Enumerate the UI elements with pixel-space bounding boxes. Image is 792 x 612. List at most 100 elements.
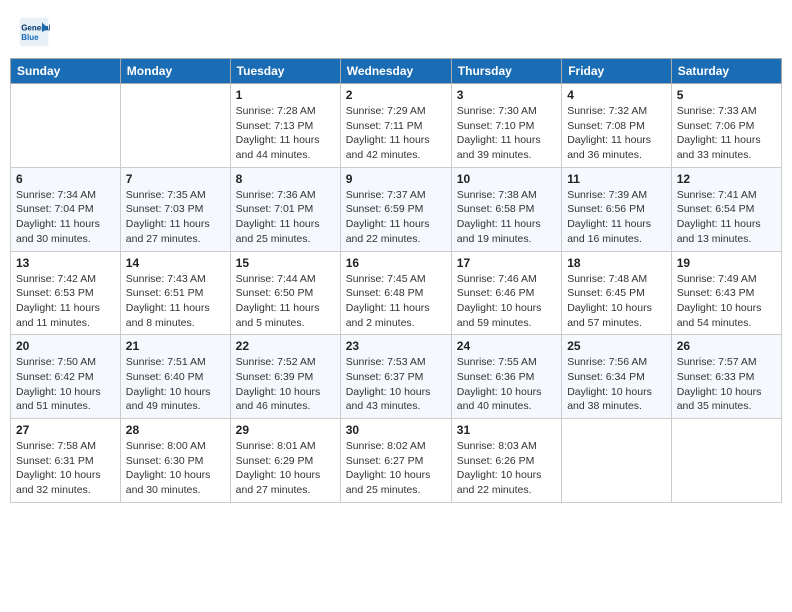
calendar-cell: 7 Sunrise: 7:35 AMSunset: 7:03 PMDaylight… (120, 167, 230, 251)
day-info: Sunrise: 7:53 AMSunset: 6:37 PMDaylight:… (346, 355, 446, 414)
day-info: Sunrise: 7:39 AMSunset: 6:56 PMDaylight:… (567, 188, 666, 247)
day-info: Sunrise: 7:38 AMSunset: 6:58 PMDaylight:… (457, 188, 556, 247)
day-info: Sunrise: 7:33 AMSunset: 7:06 PMDaylight:… (677, 104, 776, 163)
header: General Blue (10, 10, 782, 54)
calendar-cell: 16 Sunrise: 7:45 AMSunset: 6:48 PMDayligh… (340, 251, 451, 335)
day-number: 5 (677, 88, 776, 102)
day-info: Sunrise: 7:45 AMSunset: 6:48 PMDaylight:… (346, 272, 446, 331)
calendar-cell: 11 Sunrise: 7:39 AMSunset: 6:56 PMDayligh… (562, 167, 672, 251)
day-info: Sunrise: 7:58 AMSunset: 6:31 PMDaylight:… (16, 439, 115, 498)
calendar-cell: 10 Sunrise: 7:38 AMSunset: 6:58 PMDayligh… (451, 167, 561, 251)
day-number: 16 (346, 256, 446, 270)
calendar-cell: 27 Sunrise: 7:58 AMSunset: 6:31 PMDayligh… (11, 419, 121, 503)
calendar-cell: 24Sunrise: 7:55 AMSunset: 6:36 PMDayligh… (451, 335, 561, 419)
calendar-week-row: 27 Sunrise: 7:58 AMSunset: 6:31 PMDayligh… (11, 419, 782, 503)
day-info: Sunrise: 7:44 AMSunset: 6:50 PMDaylight:… (236, 272, 335, 331)
day-info: Sunrise: 8:01 AMSunset: 6:29 PMDaylight:… (236, 439, 335, 498)
day-info: Sunrise: 7:46 AMSunset: 6:46 PMDaylight:… (457, 272, 556, 331)
calendar-cell: 31 Sunrise: 8:03 AMSunset: 6:26 PMDayligh… (451, 419, 561, 503)
day-number: 2 (346, 88, 446, 102)
day-of-week-header: Tuesday (230, 59, 340, 84)
calendar-cell (671, 419, 781, 503)
logo: General Blue (18, 16, 54, 48)
day-number: 7 (126, 172, 225, 186)
day-of-week-header: Monday (120, 59, 230, 84)
calendar-week-row: 20 Sunrise: 7:50 AMSunset: 6:42 PMDayligh… (11, 335, 782, 419)
calendar-cell: 1 Sunrise: 7:28 AMSunset: 7:13 PMDaylight… (230, 84, 340, 168)
calendar-cell (120, 84, 230, 168)
calendar-cell: 25Sunrise: 7:56 AMSunset: 6:34 PMDayligh… (562, 335, 672, 419)
calendar-cell: 23 Sunrise: 7:53 AMSunset: 6:37 PMDayligh… (340, 335, 451, 419)
day-number: 22 (236, 339, 335, 353)
day-number: 20 (16, 339, 115, 353)
day-info: Sunrise: 7:29 AMSunset: 7:11 PMDaylight:… (346, 104, 446, 163)
day-info: Sunrise: 7:35 AMSunset: 7:03 PMDaylight:… (126, 188, 225, 247)
day-info: Sunrise: 7:28 AMSunset: 7:13 PMDaylight:… (236, 104, 335, 163)
calendar-cell: 15 Sunrise: 7:44 AMSunset: 6:50 PMDayligh… (230, 251, 340, 335)
calendar-cell: 18 Sunrise: 7:48 AMSunset: 6:45 PMDayligh… (562, 251, 672, 335)
day-info: Sunrise: 8:03 AMSunset: 6:26 PMDaylight:… (457, 439, 556, 498)
calendar-cell: 14 Sunrise: 7:43 AMSunset: 6:51 PMDayligh… (120, 251, 230, 335)
day-number: 21 (126, 339, 225, 353)
day-number: 27 (16, 423, 115, 437)
day-of-week-header: Sunday (11, 59, 121, 84)
day-info: Sunrise: 7:48 AMSunset: 6:45 PMDaylight:… (567, 272, 666, 331)
calendar-cell: 19Sunrise: 7:49 AMSunset: 6:43 PMDayligh… (671, 251, 781, 335)
calendar-cell: 26 Sunrise: 7:57 AMSunset: 6:33 PMDayligh… (671, 335, 781, 419)
calendar-week-row: 1 Sunrise: 7:28 AMSunset: 7:13 PMDaylight… (11, 84, 782, 168)
day-info: Sunrise: 7:52 AMSunset: 6:39 PMDaylight:… (236, 355, 335, 414)
calendar-cell: 22 Sunrise: 7:52 AMSunset: 6:39 PMDayligh… (230, 335, 340, 419)
day-number: 12 (677, 172, 776, 186)
calendar-cell: 17 Sunrise: 7:46 AMSunset: 6:46 PMDayligh… (451, 251, 561, 335)
day-number: 13 (16, 256, 115, 270)
day-number: 28 (126, 423, 225, 437)
day-info: Sunrise: 7:32 AMSunset: 7:08 PMDaylight:… (567, 104, 666, 163)
day-number: 4 (567, 88, 666, 102)
calendar-cell: 21Sunrise: 7:51 AMSunset: 6:40 PMDayligh… (120, 335, 230, 419)
days-of-week-row: SundayMondayTuesdayWednesdayThursdayFrid… (11, 59, 782, 84)
calendar-cell: 28 Sunrise: 8:00 AMSunset: 6:30 PMDayligh… (120, 419, 230, 503)
calendar-cell: 13 Sunrise: 7:42 AMSunset: 6:53 PMDayligh… (11, 251, 121, 335)
day-info: Sunrise: 8:00 AMSunset: 6:30 PMDaylight:… (126, 439, 225, 498)
calendar-cell: 2 Sunrise: 7:29 AMSunset: 7:11 PMDaylight… (340, 84, 451, 168)
day-number: 14 (126, 256, 225, 270)
calendar: SundayMondayTuesdayWednesdayThursdayFrid… (10, 58, 782, 503)
calendar-week-row: 6 Sunrise: 7:34 AMSunset: 7:04 PMDaylight… (11, 167, 782, 251)
calendar-cell: 8Sunrise: 7:36 AMSunset: 7:01 PMDaylight… (230, 167, 340, 251)
day-number: 1 (236, 88, 335, 102)
day-of-week-header: Friday (562, 59, 672, 84)
day-number: 17 (457, 256, 556, 270)
day-of-week-header: Saturday (671, 59, 781, 84)
day-info: Sunrise: 7:36 AMSunset: 7:01 PMDaylight:… (236, 188, 335, 247)
calendar-cell: 30 Sunrise: 8:02 AMSunset: 6:27 PMDayligh… (340, 419, 451, 503)
day-number: 15 (236, 256, 335, 270)
day-number: 19 (677, 256, 776, 270)
day-number: 10 (457, 172, 556, 186)
day-info: Sunrise: 7:30 AMSunset: 7:10 PMDaylight:… (457, 104, 556, 163)
day-number: 29 (236, 423, 335, 437)
day-info: Sunrise: 7:42 AMSunset: 6:53 PMDaylight:… (16, 272, 115, 331)
day-number: 30 (346, 423, 446, 437)
day-of-week-header: Wednesday (340, 59, 451, 84)
calendar-cell: 5 Sunrise: 7:33 AMSunset: 7:06 PMDaylight… (671, 84, 781, 168)
day-number: 26 (677, 339, 776, 353)
day-number: 23 (346, 339, 446, 353)
day-info: Sunrise: 7:43 AMSunset: 6:51 PMDaylight:… (126, 272, 225, 331)
day-number: 31 (457, 423, 556, 437)
calendar-cell: 3Sunrise: 7:30 AMSunset: 7:10 PMDaylight… (451, 84, 561, 168)
day-info: Sunrise: 7:57 AMSunset: 6:33 PMDaylight:… (677, 355, 776, 414)
day-info: Sunrise: 7:34 AMSunset: 7:04 PMDaylight:… (16, 188, 115, 247)
day-info: Sunrise: 7:37 AMSunset: 6:59 PMDaylight:… (346, 188, 446, 247)
day-number: 11 (567, 172, 666, 186)
calendar-week-row: 13 Sunrise: 7:42 AMSunset: 6:53 PMDayligh… (11, 251, 782, 335)
calendar-cell: 4 Sunrise: 7:32 AMSunset: 7:08 PMDaylight… (562, 84, 672, 168)
logo-icon: General Blue (18, 16, 50, 48)
day-number: 24 (457, 339, 556, 353)
svg-text:Blue: Blue (21, 33, 39, 42)
day-info: Sunrise: 7:50 AMSunset: 6:42 PMDaylight:… (16, 355, 115, 414)
day-number: 6 (16, 172, 115, 186)
day-info: Sunrise: 8:02 AMSunset: 6:27 PMDaylight:… (346, 439, 446, 498)
day-info: Sunrise: 7:56 AMSunset: 6:34 PMDaylight:… (567, 355, 666, 414)
calendar-cell: 12Sunrise: 7:41 AMSunset: 6:54 PMDayligh… (671, 167, 781, 251)
day-number: 18 (567, 256, 666, 270)
